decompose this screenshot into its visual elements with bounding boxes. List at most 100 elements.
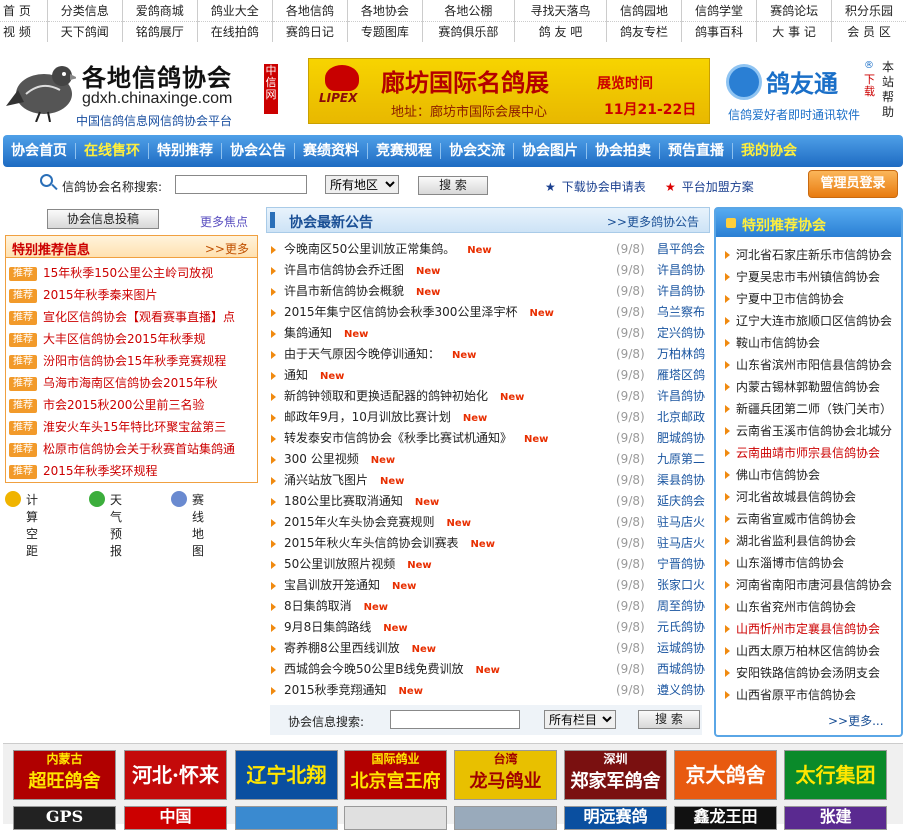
announcement-row[interactable]: 300 公里视频 New (9/8) 九原第二 <box>266 449 710 470</box>
download-form-link[interactable]: ★ 下载协会申请表 <box>545 178 646 195</box>
recommended-item[interactable]: 推荐 宣化区信鸽协会【观看赛事直播】点 <box>6 306 257 328</box>
announcement-source[interactable]: 遵义鸽协 <box>657 680 705 701</box>
announcement-row[interactable]: 许昌市信鸽协会乔迁图 New (9/8) 许昌鸽协 <box>266 260 710 281</box>
announcement-link[interactable]: 集鸽通知 New <box>284 323 368 345</box>
main-nav-item[interactable]: 我的协会 <box>733 143 805 159</box>
announcement-source[interactable]: 雁塔区鸽 <box>657 365 705 386</box>
announcement-link[interactable]: 宝昌训放开笼通知 New <box>284 575 416 597</box>
announcement-link[interactable]: 邮政年9月，10月训放比赛计划 New <box>284 407 487 429</box>
admin-login-button[interactable]: 管理员登录 <box>808 170 898 198</box>
featured-assoc-item[interactable]: 山西太原万柏林区信鸽协会 <box>716 640 901 662</box>
announcement-source[interactable]: 乌兰察布 <box>657 302 705 323</box>
info-search-button[interactable]: 搜 索 <box>638 710 700 729</box>
announcement-source[interactable]: 宁晋鸽协 <box>657 554 705 575</box>
top-nav-link[interactable]: 各地公棚 <box>422 0 515 22</box>
search-button[interactable]: 搜 索 <box>418 176 488 195</box>
featured-assoc-item[interactable]: 安阳铁路信鸽协会汤阴支会 <box>716 662 901 684</box>
sponsor-ad[interactable]: 明远赛鸽 <box>564 806 667 830</box>
featured-more-link[interactable]: >>更多... <box>828 712 884 729</box>
top-nav-link[interactable]: 鸽友专栏 <box>606 21 683 42</box>
announcement-more-link[interactable]: >>更多鸽协公告 <box>607 213 699 230</box>
column-select[interactable]: 所有栏目 <box>544 710 616 729</box>
sponsor-ad[interactable] <box>235 806 338 830</box>
chinaxinge-tag[interactable]: 中信网 <box>264 64 278 114</box>
sponsor-ad[interactable]: 河北·怀来 <box>124 750 227 800</box>
announcement-source[interactable]: 渠县鸽协 <box>657 470 705 491</box>
featured-assoc-item[interactable]: 辽宁大连市旅顺口区信鸽协会 <box>716 310 901 332</box>
announcement-link[interactable]: 许昌市信鸽协会乔迁图 New <box>284 260 440 282</box>
expo-banner[interactable]: LIPEX 廊坊国际名鸽展 地址：廊坊市国际会展中心 展览时间 11月21-22… <box>308 58 710 124</box>
announcement-link[interactable]: 许昌市新信鸽协会概貌 New <box>284 281 440 303</box>
featured-assoc-item[interactable]: 宁夏吴忠市韦州镇信鸽协会 <box>716 266 901 288</box>
featured-assoc-item[interactable]: 山西省原平市信鸽协会 <box>716 684 901 706</box>
announcement-link[interactable]: 寄养棚8公里西线训放 New <box>284 638 436 660</box>
announcement-row[interactable]: 寄养棚8公里西线训放 New (9/8) 运城鸽协 <box>266 638 710 659</box>
top-nav-link[interactable]: 寻找天落鸟 <box>514 0 607 22</box>
recommended-item[interactable]: 推荐 15年秋季150公里公主岭司放视 <box>6 262 257 284</box>
announcement-row[interactable]: 新鸽钟领取和更换适配器的鸽钟初始化 New (9/8) 许昌鸽协 <box>266 386 710 407</box>
sponsor-ad[interactable]: 太行集团 <box>784 750 887 800</box>
sponsor-ad[interactable]: 京大鸽舍 <box>674 750 777 800</box>
featured-assoc-item[interactable]: 河北省石家庄新乐市信鸽协会 <box>716 244 901 266</box>
featured-assoc-item[interactable]: 河北省故城县信鸽协会 <box>716 486 901 508</box>
announcement-link[interactable]: 2015秋季竞翔通知 New <box>284 680 423 702</box>
announcement-link[interactable]: 西城鸽会今晚50公里B线免费训放 New <box>284 659 500 681</box>
announcement-row[interactable]: 9月8日集鸽路线 New (9/8) 元氏鸽协 <box>266 617 710 638</box>
top-nav-link[interactable]: 鸽业大全 <box>197 0 273 22</box>
main-nav-item[interactable]: 协会首页 <box>3 143 76 159</box>
weather-link[interactable]: 天气预报 <box>89 491 122 558</box>
sponsor-ad[interactable] <box>344 806 447 830</box>
featured-assoc-item[interactable]: 山东省兖州市信鸽协会 <box>716 596 901 618</box>
main-nav-item[interactable]: 协会公告 <box>222 143 295 159</box>
announcement-link[interactable]: 180公里比赛取消通知 New <box>284 491 439 513</box>
featured-assoc-item[interactable]: 山西忻州市定襄县信鸽协会 <box>716 618 901 640</box>
sponsor-ad[interactable]: GPS <box>13 806 116 830</box>
main-nav-item[interactable]: 预告直播 <box>660 143 733 159</box>
announcement-row[interactable]: 2015秋季竞翔通知 New (9/8) 遵义鸽协 <box>266 680 710 701</box>
featured-assoc-item[interactable]: 宁夏中卫市信鸽协会 <box>716 288 901 310</box>
sponsor-ad[interactable]: 中国 <box>124 806 227 830</box>
announcement-source[interactable]: 定兴鸽协 <box>657 323 705 344</box>
announcement-row[interactable]: 由于天气原因今晚停训通知： New (9/8) 万柏林鸽 <box>266 344 710 365</box>
race-map-link[interactable]: 赛线地图 <box>171 491 204 558</box>
top-nav-link[interactable]: 大 事 记 <box>756 21 833 42</box>
site-logo[interactable]: 各地信鸽协会 gdxh.chinaxinge.com 中国信鸽信息网信鸽协会平台 <box>4 52 259 128</box>
announcement-source[interactable]: 肥城鸽协 <box>657 428 705 449</box>
top-nav-link[interactable]: 首 页 <box>0 0 48 22</box>
announcement-source[interactable]: 张家口火 <box>657 575 705 596</box>
announcement-source[interactable]: 驻马店火 <box>657 512 705 533</box>
sponsor-ad[interactable]: 张建 <box>784 806 887 830</box>
main-nav-item[interactable]: 在线售环 <box>76 143 149 159</box>
announcement-link[interactable]: 2015年火车头协会竞赛规则 New <box>284 512 471 534</box>
submit-info-button[interactable]: 协会信息投稿 <box>47 209 159 229</box>
region-select[interactable]: 所有地区 <box>325 175 399 194</box>
geyoutong-banner[interactable]: 鸽友通 ® 下载 信鸽爱好者即时通讯软件 本站帮助 <box>722 58 902 124</box>
top-nav-link[interactable]: 鸽事百科 <box>681 21 758 42</box>
recommended-item[interactable]: 推荐 淮安火车头15年特比环聚宝盆第三 <box>6 416 257 438</box>
top-nav-link[interactable]: 铭鸽展厅 <box>122 21 198 42</box>
recommended-more-link[interactable]: >>更多 <box>205 240 249 257</box>
announcement-source[interactable]: 昌平鸽会 <box>657 239 705 260</box>
top-nav-link[interactable]: 赛鸽日记 <box>272 21 348 42</box>
featured-assoc-item[interactable]: 云南曲靖市师宗县信鸽协会 <box>716 442 901 464</box>
announcement-link[interactable]: 2015年秋火车头信鸽协会训赛表 New <box>284 533 495 555</box>
announcement-row[interactable]: 邮政年9月，10月训放比赛计划 New (9/8) 北京邮政 <box>266 407 710 428</box>
top-nav-link[interactable]: 信鸽园地 <box>606 0 683 22</box>
top-nav-link[interactable]: 在线拍鸽 <box>197 21 273 42</box>
announcement-row[interactable]: 涌兴站放飞图片 New (9/8) 渠县鸽协 <box>266 470 710 491</box>
top-nav-link[interactable]: 信鸽学堂 <box>681 0 758 22</box>
announcement-row[interactable]: 西城鸽会今晚50公里B线免费训放 New (9/8) 西城鸽协 <box>266 659 710 680</box>
join-plan-link[interactable]: ★ 平台加盟方案 <box>665 178 754 195</box>
calc-distance-link[interactable]: 计算空距 <box>5 491 38 558</box>
top-nav-link[interactable]: 各地协会 <box>347 0 423 22</box>
announcement-source[interactable]: 元氏鸽协 <box>657 617 705 638</box>
site-help-link[interactable]: 本站帮助 <box>882 60 896 120</box>
recommended-item[interactable]: 推荐 市会2015秋200公里前三名验 <box>6 394 257 416</box>
main-nav-item[interactable]: 协会拍卖 <box>587 143 660 159</box>
more-focus-link[interactable]: 更多焦点 <box>200 213 248 230</box>
top-nav-link[interactable]: 赛鸽俱乐部 <box>422 21 515 42</box>
announcement-source[interactable]: 周至鸽协 <box>657 596 705 617</box>
announcement-row[interactable]: 8日集鸽取消 New (9/8) 周至鸽协 <box>266 596 710 617</box>
announcement-source[interactable]: 西城鸽协 <box>657 659 705 680</box>
top-nav-link[interactable]: 爱鸽商城 <box>122 0 198 22</box>
